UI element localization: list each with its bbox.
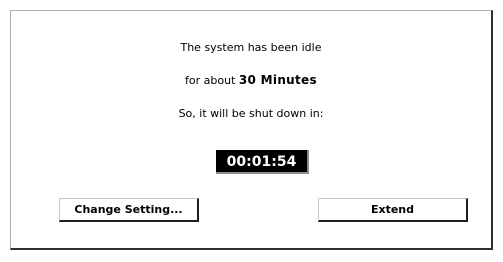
idle-duration-value: 30 Minutes — [238, 73, 317, 87]
change-setting-button[interactable]: Change Setting... — [59, 198, 199, 222]
idle-message: The system has been idle — [180, 41, 322, 54]
shutdown-countdown: 00:01:54 — [216, 150, 309, 174]
idle-shutdown-dialog: The system has been idle for about 30 Mi… — [10, 10, 493, 250]
shutdown-message: So, it will be shut down in: — [178, 107, 324, 120]
idle-duration-prefix: for about — [185, 74, 236, 87]
idle-duration-message: for about 30 Minutes — [11, 73, 491, 88]
extend-button[interactable]: Extend — [318, 198, 468, 222]
